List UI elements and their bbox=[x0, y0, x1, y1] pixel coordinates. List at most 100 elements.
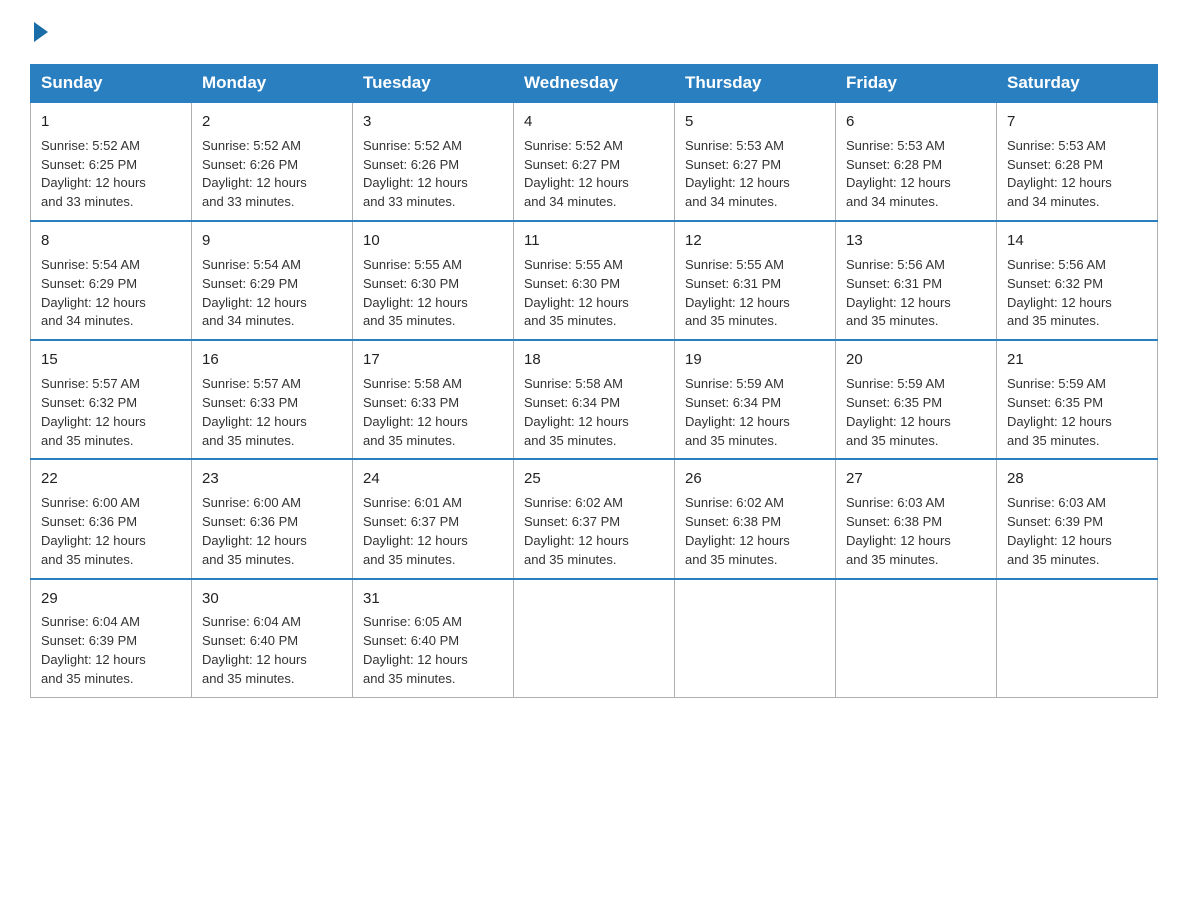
day-number: 10 bbox=[363, 230, 503, 252]
calendar-cell: 20Sunrise: 5:59 AMSunset: 6:35 PMDayligh… bbox=[836, 340, 997, 459]
day-info: Sunrise: 6:02 AMSunset: 6:38 PMDaylight:… bbox=[685, 495, 790, 567]
page-header bbox=[30, 20, 1158, 44]
day-number: 12 bbox=[685, 230, 825, 252]
logo bbox=[30, 20, 52, 44]
day-info: Sunrise: 5:53 AMSunset: 6:27 PMDaylight:… bbox=[685, 138, 790, 210]
day-info: Sunrise: 5:54 AMSunset: 6:29 PMDaylight:… bbox=[41, 257, 146, 329]
calendar-cell: 23 Sunrise: 6:00 AMSunset: 6:36 PMDayligh… bbox=[192, 459, 353, 578]
calendar-cell: 5 Sunrise: 5:53 AMSunset: 6:27 PMDaylight… bbox=[675, 102, 836, 221]
calendar-week-row: 22Sunrise: 6:00 AMSunset: 6:36 PMDayligh… bbox=[31, 459, 1158, 578]
calendar-cell: 21 Sunrise: 5:59 AMSunset: 6:35 PMDayligh… bbox=[997, 340, 1158, 459]
day-number: 23 bbox=[202, 468, 342, 490]
day-info: Sunrise: 6:04 AMSunset: 6:40 PMDaylight:… bbox=[202, 614, 307, 686]
day-number: 18 bbox=[524, 349, 664, 371]
calendar-cell: 2 Sunrise: 5:52 AMSunset: 6:26 PMDaylight… bbox=[192, 102, 353, 221]
calendar-cell: 12 Sunrise: 5:55 AMSunset: 6:31 PMDayligh… bbox=[675, 221, 836, 340]
day-number: 19 bbox=[685, 349, 825, 371]
day-number: 5 bbox=[685, 111, 825, 133]
calendar-cell: 8 Sunrise: 5:54 AMSunset: 6:29 PMDaylight… bbox=[31, 221, 192, 340]
calendar-cell: 26 Sunrise: 6:02 AMSunset: 6:38 PMDayligh… bbox=[675, 459, 836, 578]
day-number: 31 bbox=[363, 588, 503, 610]
day-info: Sunrise: 5:58 AMSunset: 6:33 PMDaylight:… bbox=[363, 376, 468, 448]
day-info: Sunrise: 5:59 AMSunset: 6:34 PMDaylight:… bbox=[685, 376, 790, 448]
day-number: 30 bbox=[202, 588, 342, 610]
day-info: Sunrise: 5:56 AMSunset: 6:31 PMDaylight:… bbox=[846, 257, 951, 329]
day-info: Sunrise: 5:52 AMSunset: 6:27 PMDaylight:… bbox=[524, 138, 629, 210]
day-number: 7 bbox=[1007, 111, 1147, 133]
calendar-week-row: 8 Sunrise: 5:54 AMSunset: 6:29 PMDaylight… bbox=[31, 221, 1158, 340]
calendar-cell: 27 Sunrise: 6:03 AMSunset: 6:38 PMDayligh… bbox=[836, 459, 997, 578]
day-info: Sunrise: 5:52 AMSunset: 6:26 PMDaylight:… bbox=[363, 138, 468, 210]
day-number: 1 bbox=[41, 111, 181, 133]
day-number: 6 bbox=[846, 111, 986, 133]
calendar-cell bbox=[997, 579, 1158, 698]
calendar-cell: 22Sunrise: 6:00 AMSunset: 6:36 PMDayligh… bbox=[31, 459, 192, 578]
calendar-cell: 25 Sunrise: 6:02 AMSunset: 6:37 PMDayligh… bbox=[514, 459, 675, 578]
day-info: Sunrise: 5:56 AMSunset: 6:32 PMDaylight:… bbox=[1007, 257, 1112, 329]
day-number: 24 bbox=[363, 468, 503, 490]
calendar-cell: 30 Sunrise: 6:04 AMSunset: 6:40 PMDayligh… bbox=[192, 579, 353, 698]
day-number: 21 bbox=[1007, 349, 1147, 371]
day-info: Sunrise: 6:01 AMSunset: 6:37 PMDaylight:… bbox=[363, 495, 468, 567]
calendar-cell: 28 Sunrise: 6:03 AMSunset: 6:39 PMDayligh… bbox=[997, 459, 1158, 578]
calendar-cell: 6 Sunrise: 5:53 AMSunset: 6:28 PMDaylight… bbox=[836, 102, 997, 221]
day-number: 11 bbox=[524, 230, 664, 252]
day-info: Sunrise: 6:00 AMSunset: 6:36 PMDaylight:… bbox=[41, 495, 146, 567]
day-info: Sunrise: 6:00 AMSunset: 6:36 PMDaylight:… bbox=[202, 495, 307, 567]
day-info: Sunrise: 5:57 AMSunset: 6:32 PMDaylight:… bbox=[41, 376, 146, 448]
day-number: 2 bbox=[202, 111, 342, 133]
header-saturday: Saturday bbox=[997, 65, 1158, 103]
day-number: 14 bbox=[1007, 230, 1147, 252]
header-friday: Friday bbox=[836, 65, 997, 103]
calendar-cell bbox=[836, 579, 997, 698]
header-monday: Monday bbox=[192, 65, 353, 103]
day-number: 15 bbox=[41, 349, 181, 371]
header-sunday: Sunday bbox=[31, 65, 192, 103]
calendar-week-row: 15 Sunrise: 5:57 AMSunset: 6:32 PMDayligh… bbox=[31, 340, 1158, 459]
day-number: 27 bbox=[846, 468, 986, 490]
logo-arrow-icon bbox=[34, 22, 48, 42]
day-info: Sunrise: 5:57 AMSunset: 6:33 PMDaylight:… bbox=[202, 376, 307, 448]
day-info: Sunrise: 5:53 AMSunset: 6:28 PMDaylight:… bbox=[1007, 138, 1112, 210]
calendar-cell: 11 Sunrise: 5:55 AMSunset: 6:30 PMDayligh… bbox=[514, 221, 675, 340]
calendar-week-row: 1Sunrise: 5:52 AMSunset: 6:25 PMDaylight… bbox=[31, 102, 1158, 221]
calendar-week-row: 29 Sunrise: 6:04 AMSunset: 6:39 PMDayligh… bbox=[31, 579, 1158, 698]
calendar-cell: 17 Sunrise: 5:58 AMSunset: 6:33 PMDayligh… bbox=[353, 340, 514, 459]
day-number: 16 bbox=[202, 349, 342, 371]
day-number: 13 bbox=[846, 230, 986, 252]
day-info: Sunrise: 5:53 AMSunset: 6:28 PMDaylight:… bbox=[846, 138, 951, 210]
calendar-cell: 3Sunrise: 5:52 AMSunset: 6:26 PMDaylight… bbox=[353, 102, 514, 221]
calendar-cell: 18 Sunrise: 5:58 AMSunset: 6:34 PMDayligh… bbox=[514, 340, 675, 459]
calendar-cell: 15 Sunrise: 5:57 AMSunset: 6:32 PMDayligh… bbox=[31, 340, 192, 459]
day-info: Sunrise: 5:55 AMSunset: 6:30 PMDaylight:… bbox=[524, 257, 629, 329]
calendar-cell: 7 Sunrise: 5:53 AMSunset: 6:28 PMDaylight… bbox=[997, 102, 1158, 221]
day-info: Sunrise: 5:55 AMSunset: 6:31 PMDaylight:… bbox=[685, 257, 790, 329]
calendar-cell bbox=[675, 579, 836, 698]
day-number: 8 bbox=[41, 230, 181, 252]
calendar-cell: 14 Sunrise: 5:56 AMSunset: 6:32 PMDayligh… bbox=[997, 221, 1158, 340]
calendar-cell: 1Sunrise: 5:52 AMSunset: 6:25 PMDaylight… bbox=[31, 102, 192, 221]
calendar-cell: 16 Sunrise: 5:57 AMSunset: 6:33 PMDayligh… bbox=[192, 340, 353, 459]
calendar-cell: 24 Sunrise: 6:01 AMSunset: 6:37 PMDayligh… bbox=[353, 459, 514, 578]
header-thursday: Thursday bbox=[675, 65, 836, 103]
day-info: Sunrise: 5:54 AMSunset: 6:29 PMDaylight:… bbox=[202, 257, 307, 329]
calendar-cell: 31Sunrise: 6:05 AMSunset: 6:40 PMDayligh… bbox=[353, 579, 514, 698]
day-number: 26 bbox=[685, 468, 825, 490]
day-info: Sunrise: 5:52 AMSunset: 6:26 PMDaylight:… bbox=[202, 138, 307, 210]
day-info: Sunrise: 6:04 AMSunset: 6:39 PMDaylight:… bbox=[41, 614, 146, 686]
day-info: Sunrise: 6:02 AMSunset: 6:37 PMDaylight:… bbox=[524, 495, 629, 567]
day-info: Sunrise: 6:03 AMSunset: 6:38 PMDaylight:… bbox=[846, 495, 951, 567]
day-info: Sunrise: 5:58 AMSunset: 6:34 PMDaylight:… bbox=[524, 376, 629, 448]
calendar-cell: 4 Sunrise: 5:52 AMSunset: 6:27 PMDaylight… bbox=[514, 102, 675, 221]
day-info: Sunrise: 5:59 AMSunset: 6:35 PMDaylight:… bbox=[1007, 376, 1112, 448]
calendar-table: SundayMondayTuesdayWednesdayThursdayFrid… bbox=[30, 64, 1158, 698]
day-number: 17 bbox=[363, 349, 503, 371]
calendar-cell: 10Sunrise: 5:55 AMSunset: 6:30 PMDayligh… bbox=[353, 221, 514, 340]
day-info: Sunrise: 6:03 AMSunset: 6:39 PMDaylight:… bbox=[1007, 495, 1112, 567]
day-number: 29 bbox=[41, 588, 181, 610]
day-number: 28 bbox=[1007, 468, 1147, 490]
day-number: 25 bbox=[524, 468, 664, 490]
header-tuesday: Tuesday bbox=[353, 65, 514, 103]
day-number: 4 bbox=[524, 111, 664, 133]
calendar-cell: 13 Sunrise: 5:56 AMSunset: 6:31 PMDayligh… bbox=[836, 221, 997, 340]
